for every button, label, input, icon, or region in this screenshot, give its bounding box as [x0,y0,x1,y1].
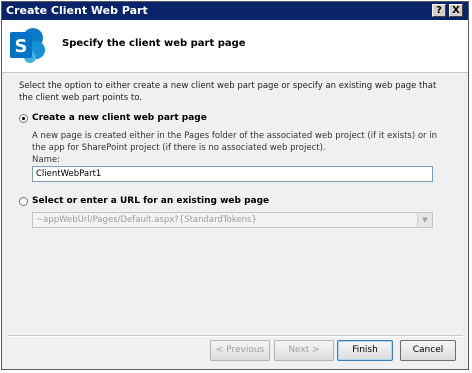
radio-existing-page[interactable] [19,197,28,206]
chevron-down-icon[interactable]: ▼ [417,213,432,227]
dialog-window: Create Client Web Part ? X S Specify the… [1,1,469,370]
option-existing-page-label[interactable]: Select or enter a URL for an existing we… [32,196,269,206]
finish-button[interactable]: Finish [337,340,393,361]
radio-create-new[interactable] [19,114,28,123]
sharepoint-logo-icon: S [10,28,45,63]
button-separator [8,335,463,337]
wizard-header: S Specify the client web part page [2,20,468,73]
close-button[interactable]: X [449,4,463,17]
help-button[interactable]: ? [432,4,446,17]
header-title: Specify the client web part page [62,38,246,49]
url-combobox-value: ~appWebUrl/Pages/Default.aspx?{StandardT… [36,215,257,225]
previous-button[interactable]: < Previous [210,340,270,361]
name-input[interactable]: ClientWebPart1 [32,166,433,182]
option-create-new-description: A new page is created either in the Page… [32,131,438,153]
url-combobox[interactable]: ~appWebUrl/Pages/Default.aspx?{StandardT… [32,212,433,228]
next-button[interactable]: Next > [274,340,334,361]
window-title: Create Client Web Part [6,4,148,17]
cancel-button[interactable]: Cancel [400,340,456,361]
title-bar: Create Client Web Part ? X [2,2,468,20]
option-create-new-label[interactable]: Create a new client web part page [32,113,207,123]
name-label: Name: [32,155,60,165]
logo-letter: S [15,36,28,57]
page-description: Select the option to either create a new… [19,81,437,103]
